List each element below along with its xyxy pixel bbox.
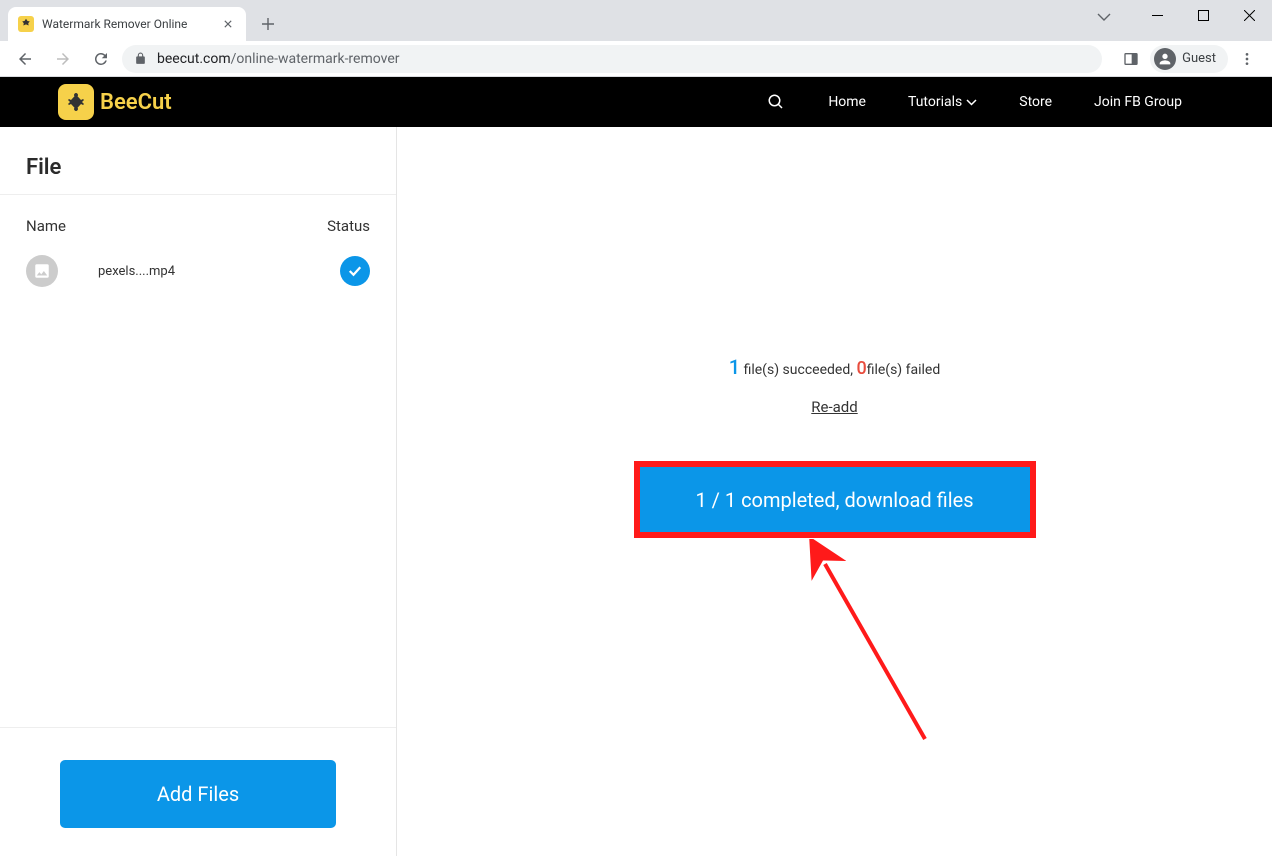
- add-files-button[interactable]: Add Files: [60, 760, 336, 828]
- menu-button[interactable]: [1230, 45, 1264, 73]
- browser-tab-strip: Watermark Remover Online: [0, 0, 1272, 41]
- file-sidebar: File Name Status pexels....mp4 Add Files: [0, 127, 397, 856]
- minimize-button[interactable]: [1134, 0, 1180, 30]
- close-tab-icon[interactable]: [220, 16, 236, 32]
- side-panel-icon[interactable]: [1114, 45, 1148, 73]
- url-text: beecut.com/online-watermark-remover: [157, 51, 400, 67]
- lock-icon: [134, 52, 147, 65]
- nav-home[interactable]: Home: [828, 94, 866, 110]
- profile-label: Guest: [1182, 51, 1216, 66]
- add-files-section: Add Files: [0, 727, 396, 828]
- content-area: File Name Status pexels....mp4 Add Files…: [0, 127, 1272, 856]
- table-row[interactable]: pexels....mp4: [0, 245, 396, 297]
- file-name: pexels....mp4: [58, 264, 310, 279]
- profile-button[interactable]: Guest: [1150, 45, 1228, 73]
- window-controls: [1134, 0, 1272, 30]
- nav-store[interactable]: Store: [1019, 94, 1052, 110]
- browser-tab[interactable]: Watermark Remover Online: [8, 7, 246, 41]
- chevron-down-icon: [966, 99, 977, 106]
- check-icon: [340, 256, 370, 286]
- address-bar[interactable]: beecut.com/online-watermark-remover: [122, 45, 1102, 73]
- search-icon[interactable]: [766, 92, 786, 112]
- tab-title: Watermark Remover Online: [42, 17, 212, 31]
- main-panel: 1 file(s) succeeded, 0file(s) failed Re-…: [397, 127, 1272, 856]
- close-window-button[interactable]: [1226, 0, 1272, 30]
- avatar-icon: [1154, 48, 1176, 70]
- forward-button[interactable]: [46, 45, 80, 73]
- readd-link-wrap: Re-add: [397, 397, 1272, 416]
- col-status: Status: [310, 217, 370, 235]
- site-header: BeeCut Home Tutorials Store Join FB Grou…: [0, 77, 1272, 127]
- annotation-arrow-icon: [795, 539, 955, 759]
- brand-logo[interactable]: BeeCut: [58, 84, 172, 120]
- col-name: Name: [26, 217, 310, 235]
- download-button[interactable]: 1 / 1 completed, download files: [640, 467, 1030, 532]
- succeeded-count: 1: [729, 355, 740, 379]
- failed-count: 0: [856, 358, 866, 379]
- favicon-icon: [18, 16, 34, 32]
- reload-button[interactable]: [84, 45, 118, 73]
- browser-toolbar: beecut.com/online-watermark-remover Gues…: [0, 41, 1272, 77]
- file-table-header: Name Status: [0, 195, 396, 245]
- file-thumb-icon: [26, 255, 58, 287]
- logo-icon: [58, 84, 94, 120]
- sidebar-title: File: [0, 127, 396, 195]
- back-button[interactable]: [8, 45, 42, 73]
- tab-search-icon[interactable]: [1090, 6, 1118, 28]
- main-nav: Home Tutorials Store Join FB Group: [766, 92, 1182, 112]
- readd-link[interactable]: Re-add: [811, 398, 857, 416]
- maximize-button[interactable]: [1180, 0, 1226, 30]
- nav-fbgroup[interactable]: Join FB Group: [1094, 94, 1182, 110]
- file-status: [310, 256, 370, 286]
- new-tab-button[interactable]: [254, 10, 282, 38]
- download-highlight: 1 / 1 completed, download files: [634, 461, 1036, 538]
- status-text: 1 file(s) succeeded, 0file(s) failed: [397, 355, 1272, 379]
- brand-name: BeeCut: [100, 90, 172, 115]
- nav-tutorials[interactable]: Tutorials: [908, 94, 977, 110]
